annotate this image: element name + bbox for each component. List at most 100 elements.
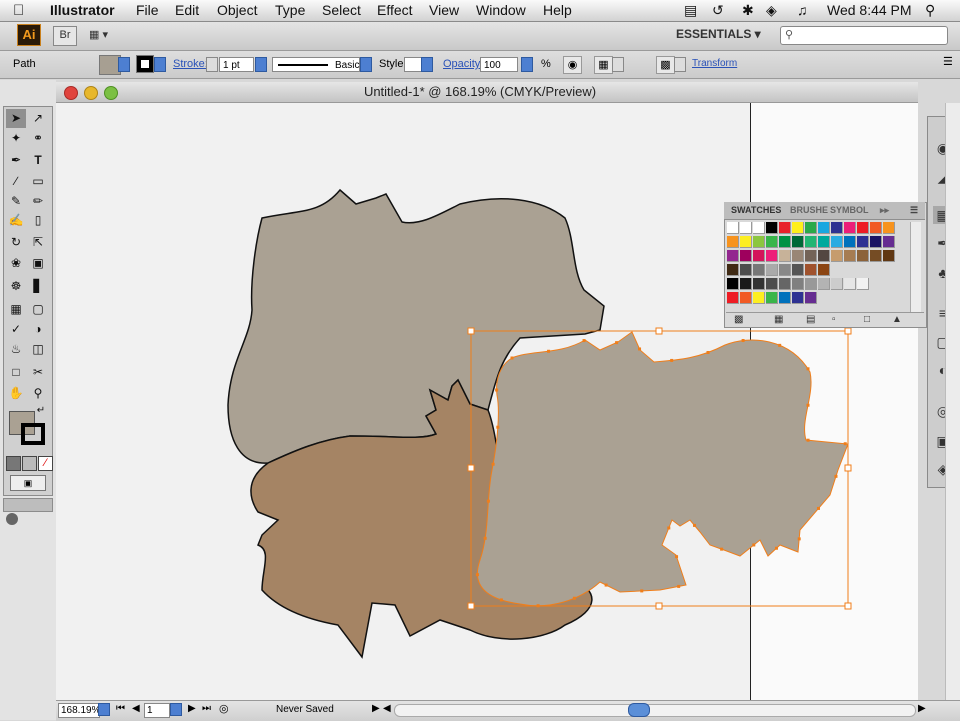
swatch-0-4[interactable]: [779, 222, 791, 234]
anchor-point[interactable]: [806, 438, 810, 442]
swatch-0-5[interactable]: [792, 222, 804, 234]
anchor-point[interactable]: [582, 339, 586, 343]
swatch-2-9[interactable]: [844, 250, 856, 262]
swatch-3-3[interactable]: [766, 264, 778, 276]
swatch-4-2[interactable]: [753, 278, 765, 290]
swatch-1-9[interactable]: [844, 236, 856, 248]
artboard-number-field[interactable]: 1: [144, 703, 170, 718]
swatch-1-8[interactable]: [831, 236, 843, 248]
swatch-5-1[interactable]: [740, 292, 752, 304]
swatch-4-1[interactable]: [740, 278, 752, 290]
anchor-point[interactable]: [510, 356, 514, 360]
swatch-1-1[interactable]: [740, 236, 752, 248]
anchor-point[interactable]: [806, 367, 810, 371]
swatch-1-3[interactable]: [766, 236, 778, 248]
anchor-point[interactable]: [774, 546, 778, 550]
anchor-point[interactable]: [491, 462, 495, 466]
swatch-2-7[interactable]: [818, 250, 830, 262]
version-cue-icon[interactable]: ◎: [219, 702, 229, 715]
swatch-1-11[interactable]: [870, 236, 882, 248]
anchor-point[interactable]: [816, 506, 820, 510]
anchor-point[interactable]: [797, 537, 801, 541]
panel-expand-icon[interactable]: ▸▸: [880, 205, 889, 216]
swatch-1-2[interactable]: [753, 236, 765, 248]
anchor-point[interactable]: [670, 358, 674, 362]
swatch-3-2[interactable]: [753, 264, 765, 276]
swatch-3-0[interactable]: [727, 264, 739, 276]
swatch-0-1[interactable]: [740, 222, 752, 234]
swatch-1-6[interactable]: [805, 236, 817, 248]
anchor-point[interactable]: [496, 425, 500, 429]
swatches-scrollbar[interactable]: [910, 222, 921, 312]
anchor-point[interactable]: [475, 573, 479, 577]
swatch-2-11[interactable]: [870, 250, 882, 262]
swatch-1-4[interactable]: [779, 236, 791, 248]
vertical-scrollbar[interactable]: [945, 103, 960, 700]
swatch-options-icon[interactable]: ▤: [806, 314, 815, 325]
swatch-0-0[interactable]: [727, 222, 739, 234]
previous-artboard-icon[interactable]: ◀: [132, 703, 140, 714]
horizontal-scroll-thumb[interactable]: [628, 703, 650, 717]
anchor-point[interactable]: [499, 598, 503, 602]
anchor-point[interactable]: [677, 584, 681, 588]
swatch-0-3[interactable]: [766, 222, 778, 234]
anchor-point[interactable]: [640, 589, 644, 593]
tab-symbols[interactable]: SYMBOL: [830, 205, 869, 215]
swatch-0-10[interactable]: [857, 222, 869, 234]
swatch-5-4[interactable]: [779, 292, 791, 304]
swatch-4-6[interactable]: [805, 278, 817, 290]
new-swatch-icon[interactable]: □: [864, 314, 870, 325]
swatch-2-6[interactable]: [805, 250, 817, 262]
swatch-3-7[interactable]: [818, 264, 830, 276]
swatch-2-10[interactable]: [857, 250, 869, 262]
scroll-right-icon[interactable]: ▶: [918, 703, 926, 714]
swatch-3-5[interactable]: [792, 264, 804, 276]
swatch-2-4[interactable]: [779, 250, 791, 262]
anchor-point[interactable]: [693, 523, 697, 527]
status-menu-icon[interactable]: ▶: [372, 703, 380, 714]
swatch-4-7[interactable]: [818, 278, 830, 290]
swatch-2-8[interactable]: [831, 250, 843, 262]
swatch-4-8[interactable]: [831, 278, 843, 290]
swatch-3-6[interactable]: [805, 264, 817, 276]
anchor-point[interactable]: [741, 339, 745, 343]
selected-gray-silhouette[interactable]: [476, 331, 849, 607]
swatch-1-10[interactable]: [857, 236, 869, 248]
anchor-point[interactable]: [547, 349, 551, 353]
swatch-0-12[interactable]: [883, 222, 895, 234]
swatch-4-0[interactable]: [727, 278, 739, 290]
tab-swatches[interactable]: SWATCHES: [731, 205, 781, 215]
swatch-3-1[interactable]: [740, 264, 752, 276]
swatch-4-5[interactable]: [792, 278, 804, 290]
anchor-point[interactable]: [675, 555, 679, 559]
anchor-point[interactable]: [615, 341, 619, 345]
swatch-0-8[interactable]: [831, 222, 843, 234]
anchor-point[interactable]: [572, 596, 576, 600]
zoom-dropdown-icon[interactable]: [98, 703, 110, 716]
anchor-point[interactable]: [706, 351, 710, 355]
swatch-libraries-icon[interactable]: ▩: [734, 314, 743, 325]
anchor-point[interactable]: [843, 442, 847, 446]
anchor-point[interactable]: [536, 604, 540, 608]
swatch-5-6[interactable]: [805, 292, 817, 304]
anchor-point[interactable]: [752, 543, 756, 547]
zoom-field[interactable]: 168.19%: [58, 703, 100, 718]
scroll-left-icon[interactable]: ◀: [383, 703, 391, 714]
swatch-1-5[interactable]: [792, 236, 804, 248]
anchor-point[interactable]: [604, 583, 608, 587]
anchor-point[interactable]: [806, 403, 810, 407]
swatch-5-0[interactable]: [727, 292, 739, 304]
anchor-point[interactable]: [483, 536, 487, 540]
artboard-dropdown-icon[interactable]: [170, 703, 182, 716]
swatch-2-5[interactable]: [792, 250, 804, 262]
swatches-menu-icon[interactable]: ☰: [910, 205, 918, 216]
swatch-1-0[interactable]: [727, 236, 739, 248]
swatch-4-10[interactable]: [857, 278, 869, 290]
swatch-3-4[interactable]: [779, 264, 791, 276]
new-color-group-icon[interactable]: ▫: [832, 314, 836, 325]
swatch-4-4[interactable]: [779, 278, 791, 290]
swatch-4-9[interactable]: [844, 278, 856, 290]
swatch-0-2[interactable]: [753, 222, 765, 234]
anchor-point[interactable]: [638, 347, 642, 351]
swatch-4-3[interactable]: [766, 278, 778, 290]
